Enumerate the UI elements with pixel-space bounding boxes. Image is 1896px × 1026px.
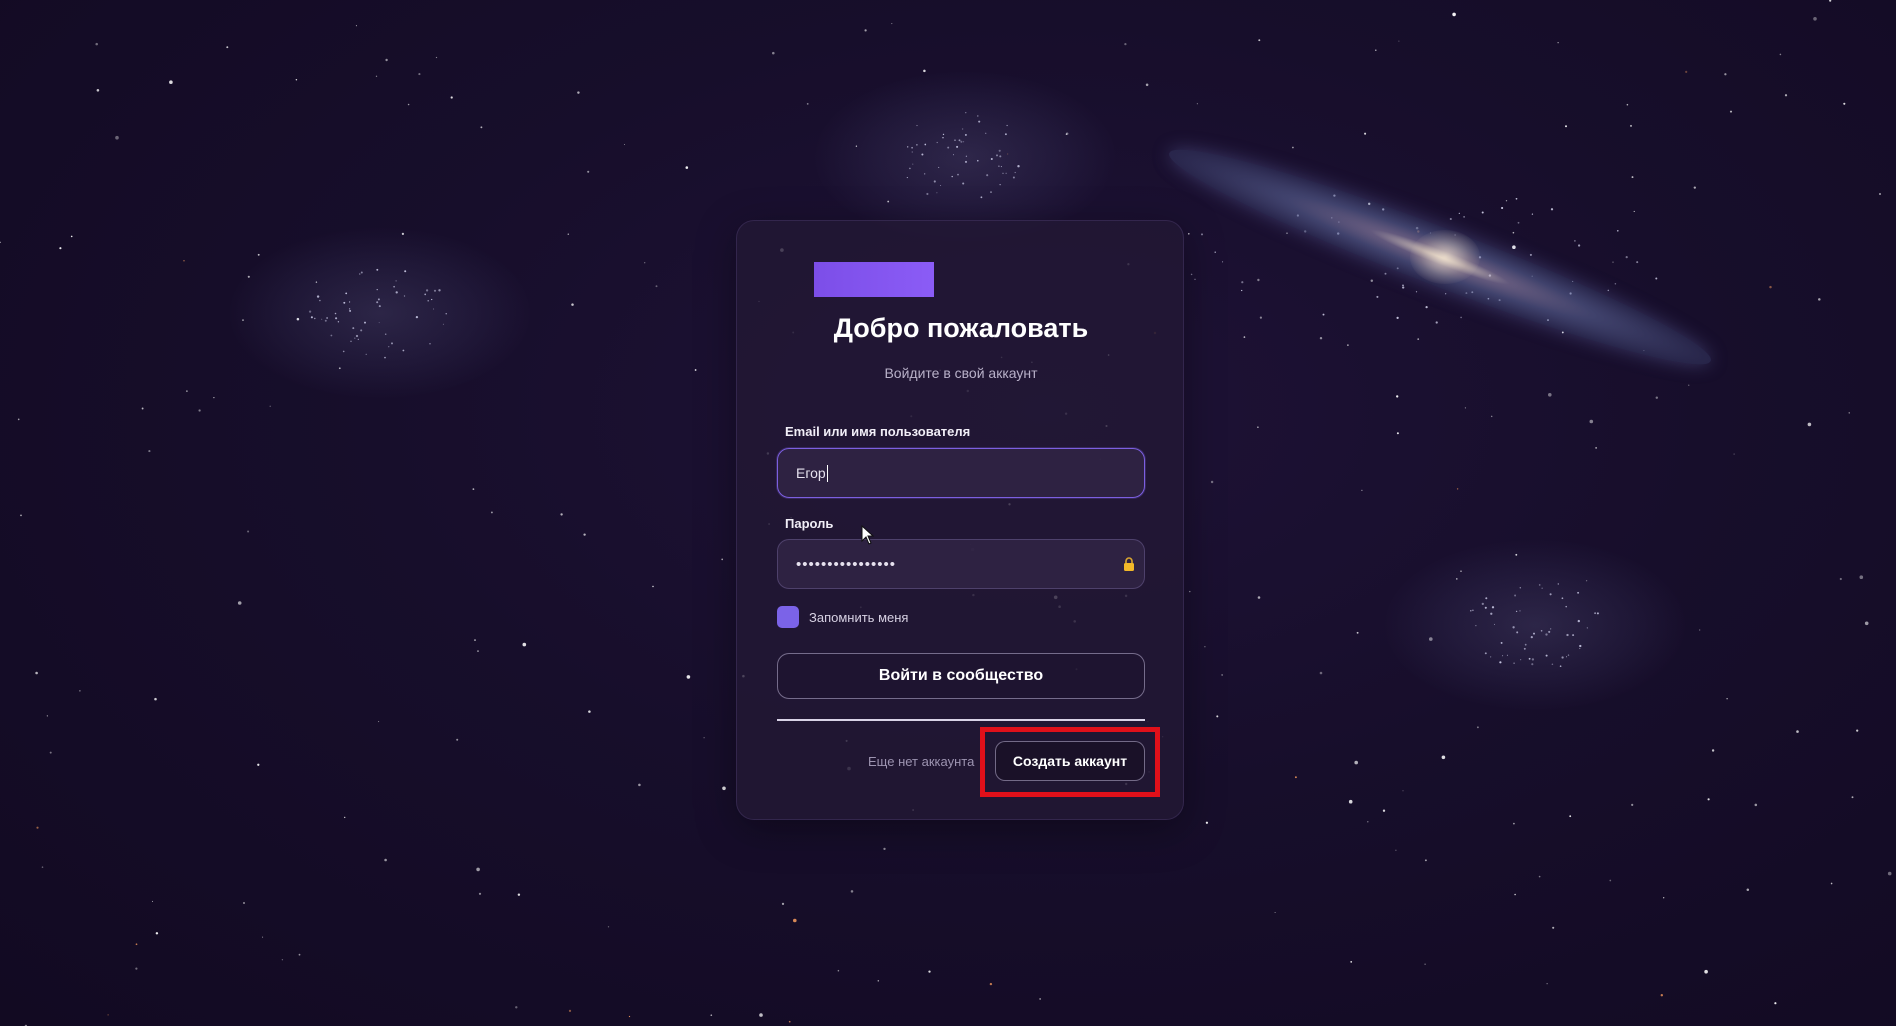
password-label: Пароль	[785, 516, 834, 531]
remember-me-label: Запомнить меня	[809, 609, 909, 625]
nebula-top	[815, 72, 1115, 242]
galaxy-core	[1410, 230, 1480, 284]
remember-me[interactable]: Запомнить меня	[777, 606, 908, 628]
nebula-right	[1385, 540, 1685, 710]
text-caret	[826, 464, 828, 482]
username-label: Email или имя пользователя	[785, 424, 971, 439]
username-value: Егор	[796, 465, 826, 481]
page-subtitle: Войдите в свой аккаунт	[884, 365, 1038, 381]
nebula-left	[230, 228, 530, 398]
password-value: ••••••••••••••••	[796, 555, 897, 573]
highlight-box	[980, 727, 1160, 797]
logo	[814, 262, 934, 297]
username-input[interactable]: Егор	[777, 448, 1145, 498]
signup-prompt: Еще нет аккаунта	[868, 754, 975, 769]
lock-icon	[1124, 557, 1134, 571]
password-input[interactable]: ••••••••••••••••	[777, 539, 1145, 589]
login-button[interactable]: Войти в сообщество	[777, 653, 1145, 699]
remember-me-checkbox[interactable]	[777, 606, 799, 628]
divider	[777, 719, 1145, 721]
mouse-cursor-icon	[861, 525, 875, 545]
page-title: Добро пожаловать	[833, 313, 1089, 343]
